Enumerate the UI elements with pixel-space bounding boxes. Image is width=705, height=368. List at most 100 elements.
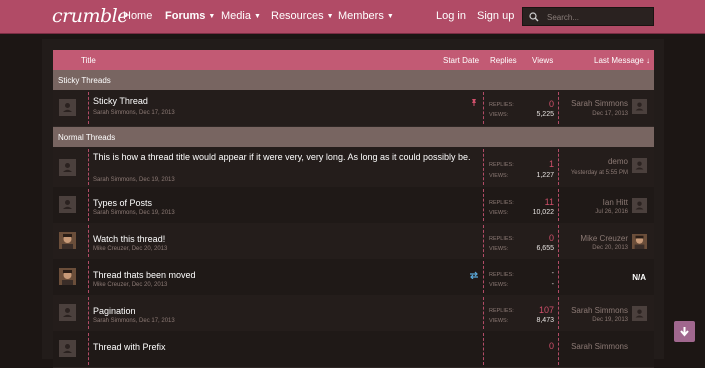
thread-meta: Sarah Simmons, Dec 19, 2013 bbox=[93, 210, 175, 216]
top-navigation: crumble Home Forums ▼ Media ▼ Resources ▼ M… bbox=[0, 0, 705, 34]
divider bbox=[88, 261, 89, 293]
col-title[interactable]: Title bbox=[81, 56, 96, 65]
replies-count: 0 bbox=[548, 233, 554, 243]
user-icon bbox=[635, 102, 644, 111]
user-photo-icon bbox=[634, 235, 645, 249]
divider bbox=[483, 297, 484, 329]
last-post-date[interactable]: Jul 26, 2016 bbox=[595, 209, 628, 215]
avatar[interactable] bbox=[632, 198, 647, 213]
user-icon bbox=[635, 309, 644, 318]
replies-count: 107 bbox=[538, 305, 554, 315]
thread-title[interactable]: This is how a thread title would appear … bbox=[93, 151, 483, 163]
nav-resources[interactable]: Resources ▼ bbox=[271, 10, 334, 22]
last-poster[interactable]: Sarah Simmons bbox=[571, 306, 628, 315]
views-count: 5,225 bbox=[536, 111, 554, 118]
last-poster[interactable]: Mike Creuzer bbox=[580, 234, 628, 243]
nav-home[interactable]: Home bbox=[123, 10, 152, 22]
divider bbox=[483, 149, 484, 185]
views-count: 6,655 bbox=[536, 245, 554, 252]
login-link[interactable]: Log in bbox=[436, 10, 466, 22]
views-count: 8,473 bbox=[536, 317, 554, 324]
last-post-date[interactable]: Dec 17, 2013 bbox=[592, 111, 628, 117]
user-icon bbox=[63, 200, 72, 209]
avatar[interactable] bbox=[59, 99, 76, 116]
thread-row[interactable]: Watch this thread! Mike Creuzer, Dec 20,… bbox=[53, 223, 654, 260]
divider bbox=[483, 333, 484, 365]
col-replies[interactable]: Replies bbox=[490, 56, 517, 65]
avatar[interactable] bbox=[632, 306, 647, 321]
search-box[interactable] bbox=[522, 7, 654, 26]
avatar[interactable] bbox=[59, 196, 76, 213]
divider bbox=[88, 92, 89, 124]
divider bbox=[558, 333, 559, 365]
user-icon bbox=[635, 161, 644, 170]
divider bbox=[483, 261, 484, 293]
avatar[interactable] bbox=[59, 232, 76, 249]
user-icon bbox=[63, 344, 72, 353]
last-post-date[interactable]: Dec 19, 2013 bbox=[592, 317, 628, 323]
divider bbox=[558, 261, 559, 293]
replies-count: 0 bbox=[548, 99, 554, 109]
avatar[interactable] bbox=[59, 304, 76, 321]
signup-link[interactable]: Sign up bbox=[477, 10, 514, 22]
avatar[interactable] bbox=[59, 268, 76, 285]
thread-row[interactable]: Sticky Thread Sarah Simmons, Dec 17, 201… bbox=[53, 90, 654, 127]
thread-meta: Mike Creuzer, Dec 20, 2013 bbox=[93, 246, 168, 252]
last-poster[interactable]: demo bbox=[608, 157, 628, 166]
thread-title[interactable]: Pagination bbox=[93, 306, 136, 316]
last-poster[interactable]: Sarah Simmons bbox=[571, 99, 628, 108]
moved-arrow-icon bbox=[470, 271, 478, 279]
scroll-to-bottom-button[interactable] bbox=[674, 321, 695, 342]
thread-title[interactable]: Thread with Prefix bbox=[93, 342, 166, 352]
divider bbox=[558, 225, 559, 257]
col-views[interactable]: Views bbox=[532, 56, 553, 65]
user-photo-icon bbox=[59, 232, 76, 249]
col-last-message[interactable]: Last Message ↓ bbox=[594, 56, 650, 65]
thread-title[interactable]: Sticky Thread bbox=[93, 96, 148, 106]
thread-row[interactable]: Thread thats been moved Mike Creuzer, De… bbox=[53, 259, 654, 296]
thread-row[interactable]: This is how a thread title would appear … bbox=[53, 147, 654, 188]
chevron-down-icon: ▼ bbox=[253, 13, 261, 20]
divider bbox=[558, 92, 559, 124]
divider bbox=[558, 189, 559, 221]
thread-meta: Sarah Simmons, Dec 17, 2013 bbox=[93, 110, 175, 116]
divider bbox=[88, 189, 89, 221]
replies-count: 1 bbox=[548, 159, 554, 169]
divider bbox=[483, 92, 484, 124]
search-input[interactable] bbox=[545, 10, 653, 25]
avatar[interactable] bbox=[59, 340, 76, 357]
replies-count: - bbox=[551, 270, 554, 277]
thread-title[interactable]: Watch this thread! bbox=[93, 234, 165, 244]
thread-row[interactable]: Types of Posts Sarah Simmons, Dec 19, 20… bbox=[53, 187, 654, 224]
section-sticky-threads: Sticky Threads bbox=[53, 70, 654, 90]
divider bbox=[483, 189, 484, 221]
nav-media[interactable]: Media ▼ bbox=[221, 10, 261, 22]
divider bbox=[88, 225, 89, 257]
pin-icon bbox=[472, 99, 476, 106]
divider bbox=[88, 297, 89, 329]
divider bbox=[558, 149, 559, 185]
avatar[interactable] bbox=[632, 234, 647, 249]
views-count: - bbox=[551, 281, 554, 288]
last-poster[interactable]: Ian Hitt bbox=[603, 198, 628, 207]
chevron-down-icon: ▼ bbox=[326, 13, 334, 20]
thread-meta: Sarah Simmons, Dec 17, 2013 bbox=[93, 318, 175, 324]
avatar[interactable] bbox=[632, 99, 647, 114]
avatar[interactable] bbox=[632, 158, 647, 173]
chevron-down-icon: ▼ bbox=[208, 13, 216, 20]
thread-row[interactable]: Pagination Sarah Simmons, Dec 17, 2013 R… bbox=[53, 295, 654, 332]
nav-forums[interactable]: Forums ▼ bbox=[165, 10, 215, 22]
user-photo-icon bbox=[59, 268, 76, 285]
divider bbox=[88, 149, 89, 185]
thread-title[interactable]: Thread thats been moved bbox=[93, 270, 196, 280]
last-post-date[interactable]: Dec 20, 2013 bbox=[592, 245, 628, 251]
user-icon bbox=[63, 103, 72, 112]
thread-title[interactable]: Types of Posts bbox=[93, 198, 152, 208]
col-start-date[interactable]: Start Date bbox=[443, 56, 479, 65]
nav-members[interactable]: Members ▼ bbox=[338, 10, 394, 22]
avatar[interactable] bbox=[59, 159, 76, 176]
divider bbox=[558, 297, 559, 329]
last-post-date[interactable]: Yesterday at 5:55 PM bbox=[558, 168, 628, 178]
site-logo[interactable]: crumble bbox=[52, 5, 128, 27]
divider bbox=[483, 225, 484, 257]
